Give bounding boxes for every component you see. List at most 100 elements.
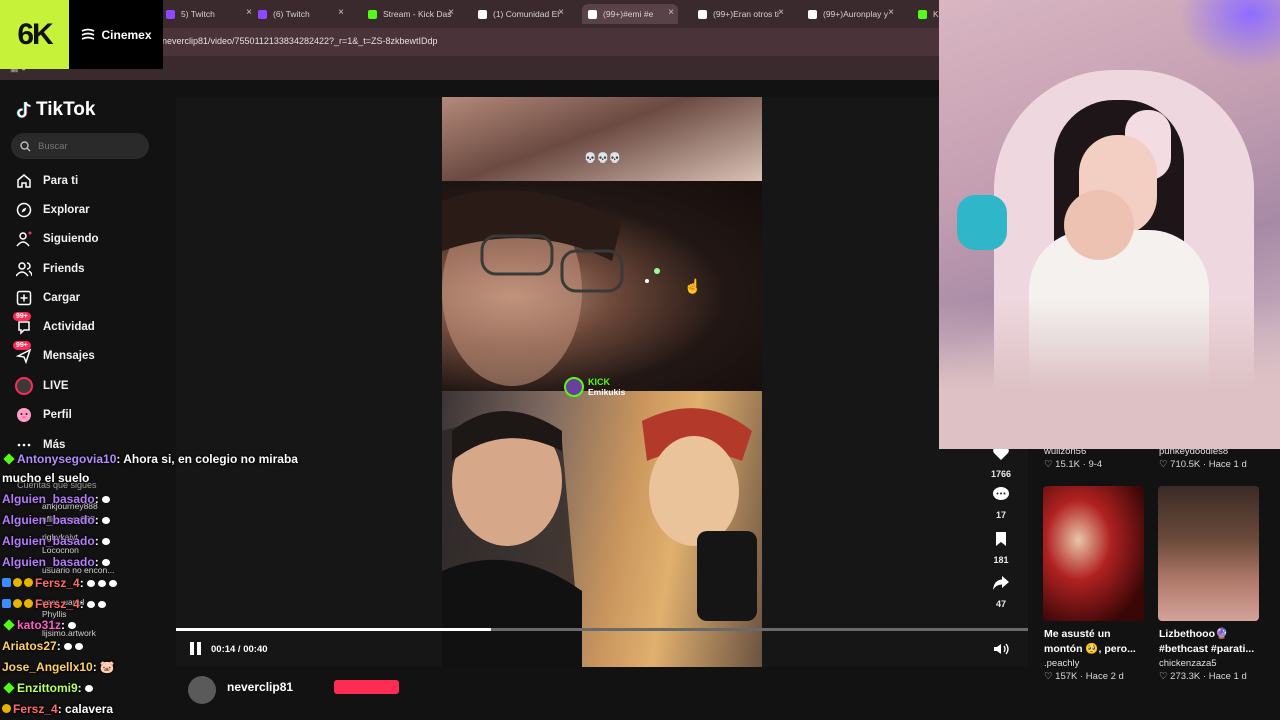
chat-message: Antonysegovia10: Ahora si, en colegio no…	[2, 452, 298, 466]
tab-close-icon[interactable]: ×	[448, 7, 454, 18]
browser-tab[interactable]: 5) Twitch ×	[160, 4, 256, 24]
tab-label: (99+)#emi #e	[603, 9, 654, 19]
chat-username[interactable]: Alguien_basado	[2, 534, 95, 548]
chat-text: :	[79, 597, 84, 611]
tab-close-icon[interactable]: ×	[778, 7, 784, 18]
sidebar-item-mensajes[interactable]: 99+ Mensajes	[13, 341, 95, 368]
bookmark-icon[interactable]	[988, 531, 1014, 552]
suggested-thumbnail-1[interactable]	[1043, 486, 1144, 621]
sidebar-item-live[interactable]: LIVE	[15, 374, 69, 398]
verified-badge-icon	[2, 578, 11, 587]
browser-tab[interactable]: (99+)Auronplay y ×	[802, 4, 898, 24]
tab-favicon-icon	[808, 9, 817, 19]
tab-label: (6) Twitch	[273, 9, 310, 19]
sidebar-item-perfil[interactable]: Perfil	[15, 403, 72, 427]
tab-close-icon[interactable]: ×	[668, 7, 674, 18]
tab-close-icon[interactable]: ×	[338, 7, 344, 18]
subscriber-badge-icon	[13, 599, 22, 608]
video-progress-bar[interactable]	[176, 628, 1028, 631]
comment-action[interactable]: 17	[988, 486, 1014, 520]
chat-username[interactable]: Ariatos27	[2, 639, 57, 653]
chat-username[interactable]: Fersz_4	[13, 702, 58, 716]
suggested-meta-1: ♡ 157K · Hace 2 d	[1044, 671, 1124, 682]
action-count: 1766	[990, 469, 1012, 479]
subscriber-badge-icon	[24, 599, 33, 608]
suggested-top-likes-2: 710.5K	[1170, 459, 1201, 470]
kick-diamond-icon	[3, 682, 15, 694]
chat-message: Ariatos27:	[2, 639, 83, 653]
tab-close-icon[interactable]: ×	[888, 7, 894, 18]
browser-tab[interactable]: (1) Comunidad El ×	[472, 4, 568, 24]
chat-emote-icon	[97, 580, 106, 587]
sidebar-item-explorar[interactable]: Explorar	[15, 198, 90, 222]
blanket	[939, 300, 1280, 449]
action-count: 17	[995, 510, 1006, 520]
suggested-user-1[interactable]: .peachly	[1044, 658, 1079, 669]
subscriber-badge-icon	[13, 578, 22, 587]
pause-button[interactable]	[190, 642, 204, 656]
tab-label: (99+)Auronplay y	[823, 9, 888, 19]
chat-text: :	[92, 660, 97, 674]
verified-badge-icon	[2, 599, 11, 608]
browser-tab[interactable]: (99+)#emi #e ×	[582, 4, 678, 24]
video-player[interactable]: 💀💀💀 KICK Emikukis	[442, 97, 762, 667]
chat-username[interactable]: Fersz_4	[35, 576, 80, 590]
browser-tab[interactable]: (99+)Eran otros ti ×	[692, 4, 788, 24]
streamer-webcam	[939, 0, 1280, 449]
sidebar-item-actividad[interactable]: 99+ Actividad	[13, 312, 95, 339]
sidebar-item-label: Actividad	[43, 321, 95, 333]
chat-username[interactable]: Fersz_4	[35, 597, 80, 611]
sidebar-item-friends[interactable]: Friends	[15, 257, 85, 281]
follow-button[interactable]	[334, 680, 399, 694]
suggested-thumbnail-2[interactable]	[1158, 486, 1259, 621]
chat-username[interactable]: Enzittomi9	[17, 681, 78, 695]
browser-tab[interactable]: K	[912, 4, 942, 24]
comment-icon[interactable]	[988, 486, 1014, 507]
url-text[interactable]: neverclip81/video/7550112133834282422?_r…	[162, 36, 438, 46]
search-input[interactable]	[38, 140, 138, 152]
chat-username[interactable]: Alguien_basado	[2, 555, 95, 569]
bookmark-action[interactable]: 181	[988, 531, 1014, 565]
browser-tab[interactable]: (6) Twitch ×	[252, 4, 348, 24]
video-time: 00:14 / 00:40	[211, 644, 268, 655]
tab-label: K	[933, 9, 939, 19]
share-icon[interactable]	[988, 575, 1014, 596]
tiktok-logo[interactable]: TikTok	[16, 99, 95, 121]
browser-tab[interactable]: Stream - Kick Das ×	[362, 4, 458, 24]
live-icon	[15, 377, 33, 395]
chat-text: :	[94, 534, 99, 548]
author-name[interactable]: neverclip81	[227, 680, 293, 694]
like-action[interactable]: 1766	[988, 445, 1014, 479]
suggested-top-date-1: 9-4	[1088, 459, 1103, 470]
chat-username[interactable]: Antonysegovia10	[17, 452, 116, 466]
chat-message: Alguien_basado:	[2, 534, 110, 548]
chat-username[interactable]: Jose_Angellx10	[2, 660, 93, 674]
suggested-user-2[interactable]: chickenzaza5	[1159, 658, 1217, 669]
action-count: 181	[993, 555, 1009, 565]
sidebar-item-cargar[interactable]: Cargar	[15, 286, 80, 310]
sidebar-item-siguiendo[interactable]: Siguiendo	[15, 227, 99, 251]
chat-username[interactable]: Alguien_basado	[2, 513, 95, 527]
volume-icon[interactable]	[993, 642, 1009, 656]
video-progress-fill	[176, 628, 492, 631]
share-action[interactable]: 47	[988, 575, 1014, 609]
messages-icon: 99+	[13, 341, 33, 365]
sidebar-item-label: Mensajes	[43, 350, 95, 362]
pause-icon	[190, 642, 194, 655]
author-avatar[interactable]	[188, 676, 216, 704]
6k-logo: 6K	[0, 0, 69, 69]
cinemex-icon	[82, 28, 95, 40]
sidebar-item-label: Explorar	[43, 204, 90, 216]
plush-toy	[957, 195, 1007, 250]
chat-username[interactable]: kato31z	[17, 618, 61, 632]
search-box[interactable]	[11, 133, 149, 159]
tab-close-icon[interactable]: ×	[558, 7, 564, 18]
suggested-title-2[interactable]: Lizbethooo🔮 #bethcast #parati...	[1159, 627, 1267, 657]
chat-message: Fersz_4: calavera	[2, 702, 113, 716]
glasses-shape	[442, 189, 660, 386]
sidebar-item-para-ti[interactable]: Para ti	[15, 169, 78, 193]
chat-emote-icon	[97, 601, 106, 608]
chat-text: : calavera	[57, 702, 114, 716]
chat-username[interactable]: Alguien_basado	[2, 492, 95, 506]
suggested-title-1[interactable]: Me asusté un montón 🥺, pero...	[1044, 627, 1148, 657]
